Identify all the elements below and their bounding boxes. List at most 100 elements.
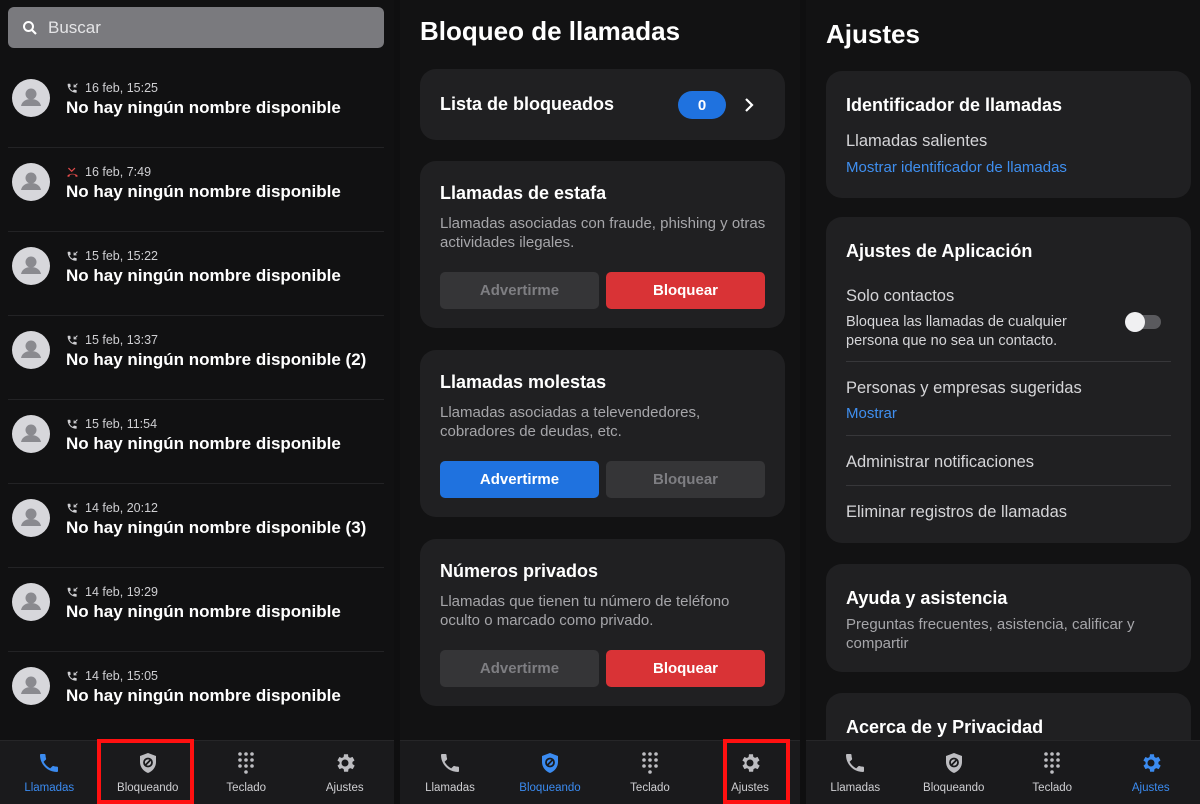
call-log-row[interactable]: 14 feb, 19:29 No hay ningún nombre dispo…: [8, 568, 384, 652]
nav-keypad[interactable]: Teclado: [600, 741, 700, 804]
blocked-list-card[interactable]: Lista de bloqueados 0: [420, 69, 785, 140]
category-description: Llamadas que tienen tu número de teléfon…: [440, 593, 730, 629]
contacts-only-toggle[interactable]: [1125, 312, 1161, 332]
app-settings-card: Ajustes de Aplicación Solo contactos Blo…: [826, 217, 1191, 543]
page-title: Ajustes: [826, 19, 920, 49]
bottom-nav: Llamadas Bloqueando Teclado Ajustes: [0, 740, 394, 804]
settings-screen: Ajustes Identificador de llamadas Llamad…: [806, 0, 1200, 804]
delete-call-logs-item[interactable]: Eliminar registros de llamadas: [846, 503, 1067, 522]
scam-calls-card: Llamadas de estafa Llamadas asociadas co…: [420, 161, 785, 328]
divider: [846, 485, 1171, 486]
nav-blocking[interactable]: Bloqueando: [905, 741, 1004, 804]
avatar-icon: [12, 667, 50, 705]
search-input[interactable]: Buscar: [8, 7, 384, 48]
nav-keypad[interactable]: Teclado: [1003, 741, 1102, 804]
call-log-row[interactable]: 15 feb, 13:37 No hay ningún nombre dispo…: [8, 316, 384, 400]
nav-label: Bloqueando: [923, 782, 985, 794]
avatar-icon: [12, 247, 50, 285]
incoming-call-icon: [66, 670, 79, 683]
keypad-icon: [234, 751, 258, 775]
manage-notifications-item[interactable]: Administrar notificaciones: [846, 453, 1034, 472]
suggested-label[interactable]: Personas y empresas sugeridas: [846, 379, 1082, 398]
section-title: Identificador de llamadas: [846, 95, 1063, 115]
private-numbers-card: Números privados Llamadas que tienen tu …: [420, 539, 785, 706]
help-description: Preguntas frecuentes, asistencia, califi…: [846, 616, 1135, 652]
bottom-nav: Llamadas Bloqueando Teclado Ajustes: [400, 740, 800, 804]
phone-icon: [37, 751, 61, 775]
category-title: Números privados: [440, 561, 599, 581]
call-time: 14 feb, 19:29: [85, 585, 158, 599]
contacts-only-label: Solo contactos: [846, 287, 955, 305]
call-log-list: 16 feb, 15:25 No hay ningún nombre dispo…: [8, 64, 384, 736]
incoming-call-icon: [66, 418, 79, 431]
help-card[interactable]: Ayuda y asistencia Preguntas frecuentes,…: [826, 564, 1191, 672]
nav-calls[interactable]: Llamadas: [400, 741, 500, 804]
avatar-icon: [12, 583, 50, 621]
blocking-screen: Bloqueo de llamadas Lista de bloqueados …: [400, 0, 800, 804]
phone-icon: [438, 751, 462, 775]
missed-call-icon: [66, 166, 79, 179]
nav-label: Ajustes: [731, 782, 769, 794]
section-title: Ajustes de Aplicación: [846, 241, 1033, 261]
shield-block-icon: [538, 751, 562, 775]
search-placeholder: Buscar: [48, 17, 101, 37]
warn-button[interactable]: Advertirme: [440, 461, 599, 498]
divider: [846, 361, 1171, 362]
call-log-row[interactable]: 15 feb, 15:22 No hay ningún nombre dispo…: [8, 232, 384, 316]
call-time: 16 feb, 7:49: [85, 165, 152, 179]
call-log-row[interactable]: 14 feb, 20:12 No hay ningún nombre dispo…: [8, 484, 384, 568]
incoming-call-icon: [66, 82, 79, 95]
nav-label: Teclado: [630, 782, 670, 794]
suggested-show-link[interactable]: Mostrar: [846, 405, 897, 422]
nav-label: Teclado: [1032, 782, 1073, 794]
caller-name: No hay ningún nombre disponible (3): [66, 518, 367, 537]
nav-blocking[interactable]: Bloqueando: [500, 741, 600, 804]
nav-label: Bloqueando: [519, 782, 581, 794]
category-description: Llamadas asociadas a televendedores, cob…: [440, 404, 701, 440]
nav-label: Ajustes: [325, 782, 364, 794]
block-button[interactable]: Bloquear: [606, 461, 765, 498]
nav-keypad[interactable]: Teclado: [197, 741, 296, 804]
section-title: Ayuda y asistencia: [846, 588, 1008, 608]
block-button[interactable]: Bloquear: [606, 272, 765, 309]
caller-name: No hay ningún nombre disponible: [66, 686, 341, 705]
caller-name: No hay ningún nombre disponible: [66, 434, 341, 453]
incoming-call-icon: [66, 334, 79, 347]
call-log-row[interactable]: 16 feb, 7:49 No hay ningún nombre dispon…: [8, 148, 384, 232]
caller-name: No hay ningún nombre disponible: [66, 266, 341, 285]
nav-blocking[interactable]: Bloqueando: [99, 741, 198, 804]
contacts-only-description: Bloquea las llamadas de cualquier person…: [846, 314, 1067, 349]
nav-settings[interactable]: Ajustes: [1102, 741, 1200, 804]
nav-label: Bloqueando: [117, 782, 179, 794]
caller-name: No hay ningún nombre disponible: [66, 182, 341, 201]
avatar-icon: [12, 79, 50, 117]
call-log-row[interactable]: 15 feb, 11:54 No hay ningún nombre dispo…: [8, 400, 384, 484]
avatar-icon: [12, 163, 50, 201]
divider: [846, 435, 1171, 436]
nav-calls[interactable]: Llamadas: [0, 741, 99, 804]
category-description: Llamadas asociadas con fraude, phishing …: [440, 215, 766, 251]
nuisance-calls-card: Llamadas molestas Llamadas asociadas a t…: [420, 350, 785, 517]
gear-icon: [1139, 751, 1163, 775]
nav-label: Llamadas: [24, 782, 75, 794]
nav-settings[interactable]: Ajustes: [700, 741, 800, 804]
block-button[interactable]: Bloquear: [606, 650, 765, 687]
call-time: 15 feb, 15:22: [85, 249, 158, 263]
call-log-row[interactable]: 14 feb, 15:05 No hay ningún nombre dispo…: [8, 652, 384, 736]
call-time: 14 feb, 15:05: [85, 669, 158, 683]
nav-label: Teclado: [226, 782, 267, 794]
warn-button[interactable]: Advertirme: [440, 272, 599, 309]
call-time: 14 feb, 20:12: [85, 501, 158, 515]
call-log-row[interactable]: 16 feb, 15:25 No hay ningún nombre dispo…: [8, 64, 384, 148]
incoming-call-icon: [66, 250, 79, 263]
call-log-screen: Buscar 16 feb, 15:25 No hay ningún nombr…: [0, 0, 394, 804]
warn-button[interactable]: Advertirme: [440, 650, 599, 687]
keypad-icon: [638, 751, 662, 775]
nav-settings[interactable]: Ajustes: [296, 741, 395, 804]
nav-calls[interactable]: Llamadas: [806, 741, 905, 804]
show-caller-id-link[interactable]: Mostrar identificador de llamadas: [846, 159, 1067, 176]
nav-label: Llamadas: [830, 782, 881, 794]
phone-icon: [843, 751, 867, 775]
chevron-right-icon: [745, 98, 754, 112]
search-icon: [23, 20, 37, 35]
